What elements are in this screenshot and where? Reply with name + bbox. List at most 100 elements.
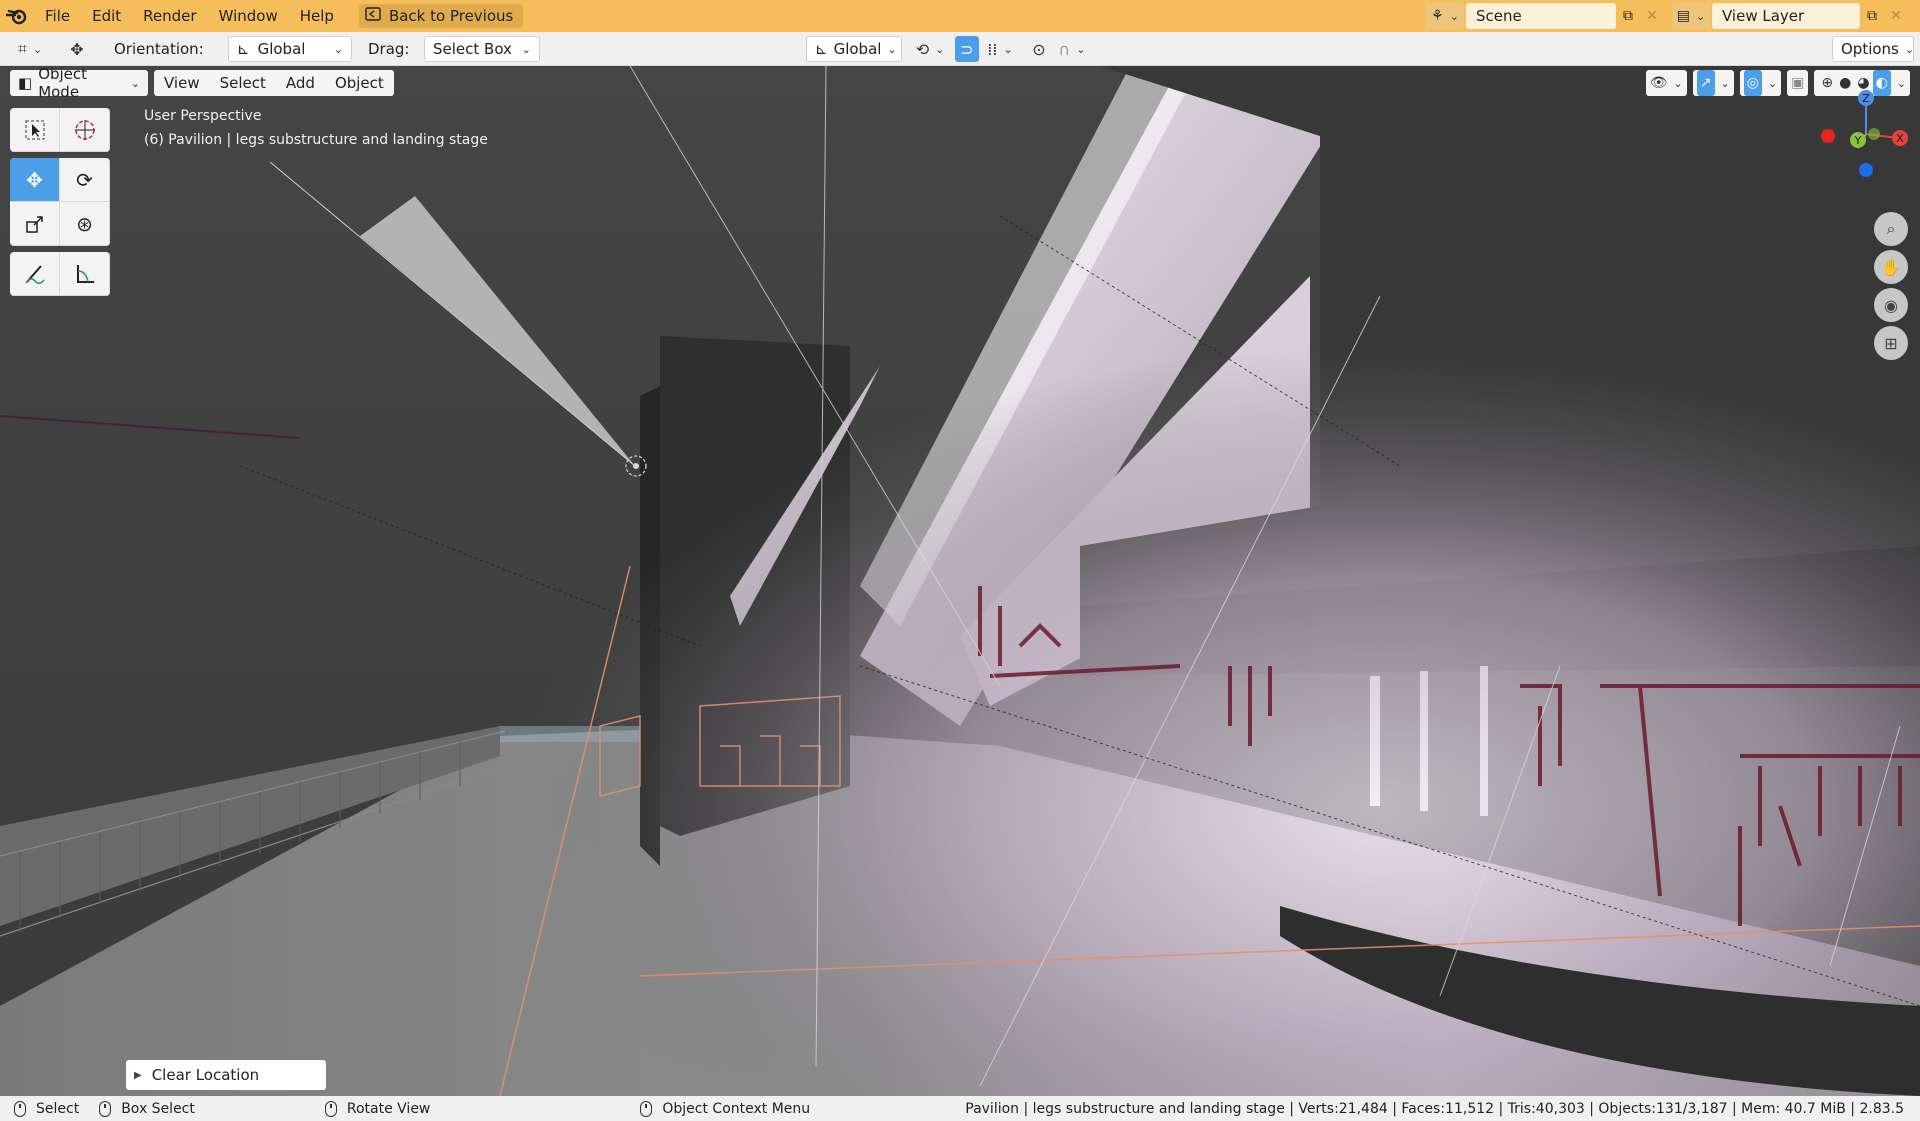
transform-orientation-dropdown[interactable]: ⊾ Global ⌄ [806,36,902,62]
drag-dropdown[interactable]: Select Box ⌄ [424,36,540,62]
status-context-menu-label: Object Context Menu [662,1100,811,1117]
menu-file[interactable]: File [34,0,81,32]
status-context-menu: Object Context Menu [640,1100,811,1117]
blender-logo-icon[interactable] [0,0,34,32]
proportional-edit-icon[interactable]: ⊙ [1028,36,1050,62]
back-screen-icon [365,7,381,25]
view-layer-browse-button[interactable]: ▤ ⌄ [1672,3,1710,29]
transform-tool-icon[interactable]: ⊛ [60,202,110,246]
gizmo-icon: ↗ [1696,70,1715,96]
viewport-header-left: ◧ Object Mode ⌄ View Select Add Object [10,66,394,101]
scene-name-field[interactable]: Scene [1466,3,1616,29]
3d-viewport[interactable]: ◧ Object Mode ⌄ View Select Add Object U… [0,66,1920,1096]
chevron-down-icon: ⌄ [1696,9,1706,23]
cursor-tool-icon[interactable] [60,108,110,152]
chevron-down-icon: ⌄ [1767,76,1778,90]
pivot-icon: ⟲ [915,39,930,59]
gizmo-y-label: Y [1854,134,1862,147]
back-to-previous-button[interactable]: Back to Previous [358,4,524,28]
delete-view-layer-icon[interactable]: ✕ [1884,3,1908,29]
overlays-icon: ◎ [1743,70,1762,96]
menu-window[interactable]: Window [208,0,289,32]
tool-shelf: ✥ ⟳ ⊛ [10,108,110,302]
chevron-down-icon: ⌄ [887,42,897,56]
editor-type-button[interactable]: ⌗ ⌄ [10,36,50,62]
pan-hand-icon[interactable]: ✋ [1874,250,1908,284]
status-rotate-view-label: Rotate View [346,1100,431,1117]
visibility-button[interactable]: 👁 ⌄ [1645,70,1687,96]
new-scene-icon[interactable]: ⧉ [1616,3,1640,29]
menu-view[interactable]: View [154,74,210,92]
expand-triangle-icon[interactable]: ▶ [134,1070,142,1081]
chevron-down-icon: ⌄ [32,42,43,56]
gizmo-z-label: Z [1862,92,1870,105]
scene-browse-button[interactable]: ⚘ ⌄ [1426,3,1464,29]
mouse-drag-icon [99,1100,112,1117]
status-select: Select [14,1100,80,1117]
chevron-down-icon: ⌄ [1673,76,1683,90]
move-tool-icon[interactable]: ✥ [62,36,92,62]
move-tool-icon[interactable]: ✥ [10,158,60,202]
delete-scene-icon[interactable]: ✕ [1640,3,1664,29]
annotate-tool-icon[interactable] [10,252,60,296]
axis-icon: ⊾ [815,40,828,58]
view-layer-icon: ▤ [1676,8,1690,24]
camera-view-icon[interactable]: ◉ [1874,288,1908,322]
gizmo-x-label: X [1896,132,1904,145]
scene-icon: ⚘ [1431,8,1444,24]
select-box-tool-icon[interactable] [10,108,60,152]
scene-render [0,66,1920,1096]
drag-label: Drag: [368,40,410,58]
menu-render[interactable]: Render [132,0,207,32]
select-tools-group [10,108,110,152]
annotate-tools-group [10,252,110,296]
new-view-layer-icon[interactable]: ⧉ [1860,3,1884,29]
options-dropdown[interactable]: Options ⌄ [1832,36,1914,62]
snap-toggle-icon[interactable]: ⊃ [955,36,979,62]
chevron-down-icon: ⌄ [1720,76,1730,90]
status-select-label: Select [36,1100,80,1117]
status-rotate-view: Rotate View [324,1100,431,1117]
perspective-label: User Perspective [144,108,262,124]
mouse-middle-icon [324,1100,337,1117]
object-mode-label: Object Mode [38,66,88,101]
snap-target-button[interactable]: ⁞⁞ ⌄ [982,36,1018,62]
falloff-curve-icon: ∩ [1058,39,1071,59]
mouse-right-icon [640,1100,653,1117]
gizmo-button[interactable]: ↗ ⌄ [1692,70,1734,96]
object-mode-dropdown[interactable]: ◧ Object Mode ⌄ [10,66,148,101]
menu-object[interactable]: Object [325,74,394,92]
options-label: Options [1841,40,1899,58]
chevron-down-icon: ⌄ [1449,9,1459,23]
falloff-button[interactable]: ∩ ⌄ [1054,36,1090,62]
menu-select[interactable]: Select [210,74,276,92]
chevron-down-icon: ⌄ [1076,42,1086,56]
drag-value: Select Box [433,40,512,58]
rotate-tool-icon[interactable]: ⟳ [60,158,110,202]
zoom-icon[interactable]: ⌕ [1874,212,1908,246]
orientation-dropdown[interactable]: ⊾ Global ⌄ [228,36,352,62]
menu-edit[interactable]: Edit [81,0,132,32]
chevron-down-icon: ⌄ [521,42,531,56]
ortho-grid-icon[interactable]: ⊞ [1874,326,1908,360]
overlays-button[interactable]: ◎ ⌄ [1739,70,1782,96]
chevron-down-icon: ⌄ [333,42,343,56]
status-box-select-label: Box Select [121,1100,195,1117]
chevron-down-icon: ⌄ [935,42,945,56]
last-operator-panel[interactable]: ▶ Clear Location [126,1060,326,1090]
chevron-down-icon: ⌄ [1003,42,1013,56]
measure-tool-icon[interactable] [60,252,110,296]
transform-orientation-value: Global [833,40,882,58]
scale-tool-icon[interactable] [10,202,60,246]
view-layer-name-field[interactable]: View Layer [1712,3,1860,29]
pivot-point-button[interactable]: ⟲ ⌄ [912,36,948,62]
editor-type-icon: ⌗ [17,39,27,58]
navigation-gizmo[interactable]: Z X Y [1810,82,1920,182]
menu-help[interactable]: Help [289,0,345,32]
menu-add[interactable]: Add [276,74,325,92]
viewport-menus: View Select Add Object [154,70,394,96]
xray-toggle-icon[interactable]: ▣ [1787,70,1809,96]
orientation-value: Global [257,40,306,58]
active-object-label: (6) Pavilion | legs substructure and lan… [144,132,488,148]
mouse-left-icon [14,1100,26,1117]
